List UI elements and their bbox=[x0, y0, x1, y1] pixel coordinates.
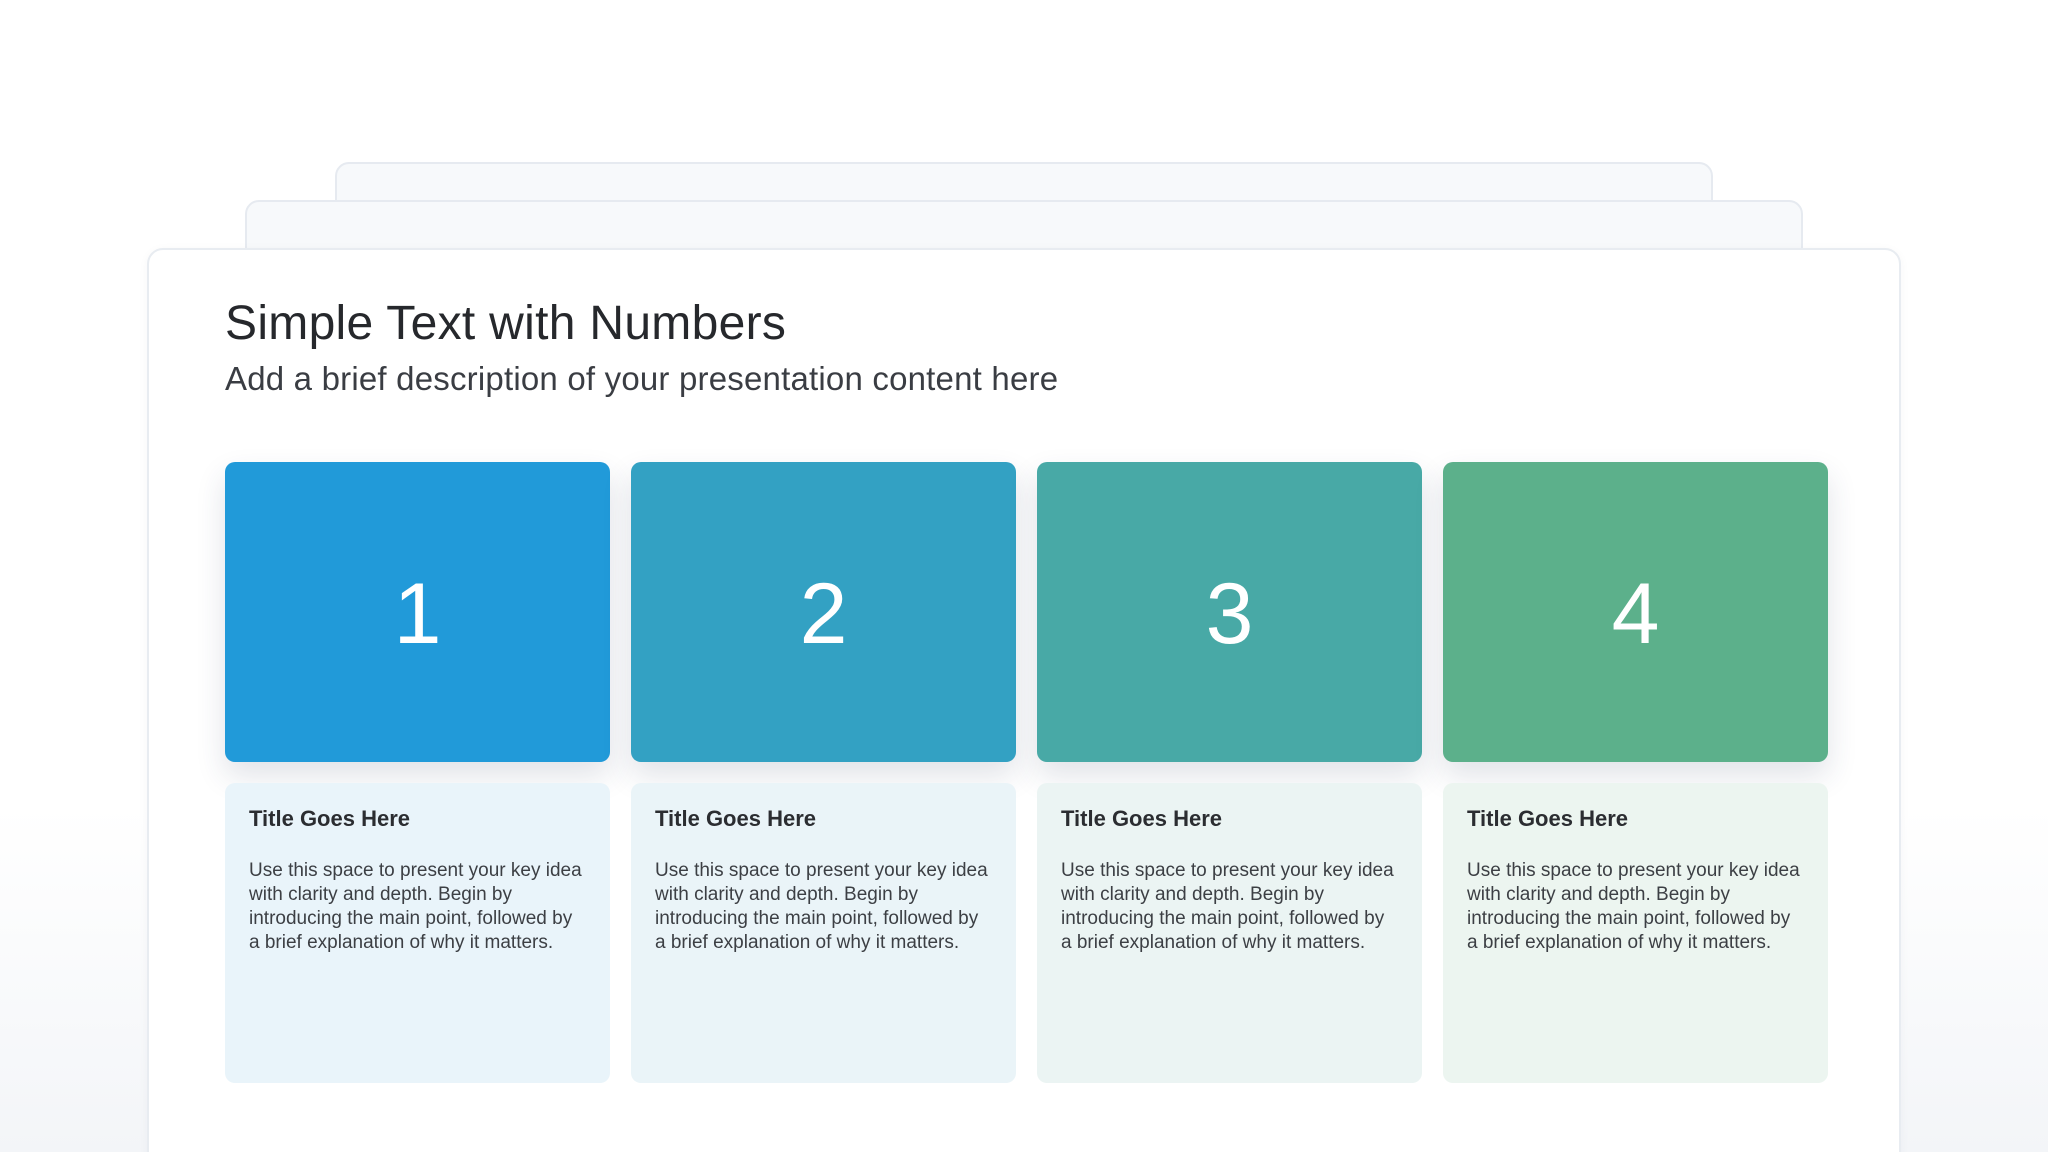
card-body-2: Use this space to present your key idea … bbox=[655, 860, 988, 953]
slide-stage: Simple Text with Numbers Add a brief des… bbox=[0, 0, 2048, 1152]
card-title-1: Title Goes Here bbox=[249, 806, 410, 831]
number-label-3: 3 bbox=[1205, 566, 1254, 662]
column-2: 2 Title Goes Here Use this space to pres… bbox=[631, 462, 1016, 1083]
text-card-2: Title Goes Here Use this space to presen… bbox=[631, 783, 1016, 1083]
card-title-4: Title Goes Here bbox=[1467, 806, 1628, 831]
text-card-4: Title Goes Here Use this space to presen… bbox=[1443, 783, 1828, 1083]
number-tile-4: 4 bbox=[1443, 462, 1828, 762]
slide-subtitle: Add a brief description of your presenta… bbox=[225, 360, 1059, 397]
text-card-1: Title Goes Here Use this space to presen… bbox=[225, 783, 610, 1083]
slide-card: Simple Text with Numbers Add a brief des… bbox=[147, 248, 1901, 1152]
number-label-1: 1 bbox=[393, 566, 442, 662]
card-body-1: Use this space to present your key idea … bbox=[249, 860, 582, 953]
number-label-2: 2 bbox=[799, 566, 848, 662]
column-4: 4 Title Goes Here Use this space to pres… bbox=[1443, 462, 1828, 1083]
text-card-3: Title Goes Here Use this space to presen… bbox=[1037, 783, 1422, 1083]
card-body-3: Use this space to present your key idea … bbox=[1061, 860, 1394, 953]
number-label-4: 4 bbox=[1611, 566, 1660, 662]
card-title-3: Title Goes Here bbox=[1061, 806, 1222, 831]
column-1: 1 Title Goes Here Use this space to pres… bbox=[225, 462, 610, 1083]
column-3: 3 Title Goes Here Use this space to pres… bbox=[1037, 462, 1422, 1083]
card-title-2: Title Goes Here bbox=[655, 806, 816, 831]
number-tile-1: 1 bbox=[225, 462, 610, 762]
card-body-4: Use this space to present your key idea … bbox=[1467, 860, 1800, 953]
slide-title: Simple Text with Numbers bbox=[225, 297, 787, 350]
number-tile-3: 3 bbox=[1037, 462, 1422, 762]
number-tile-2: 2 bbox=[631, 462, 1016, 762]
